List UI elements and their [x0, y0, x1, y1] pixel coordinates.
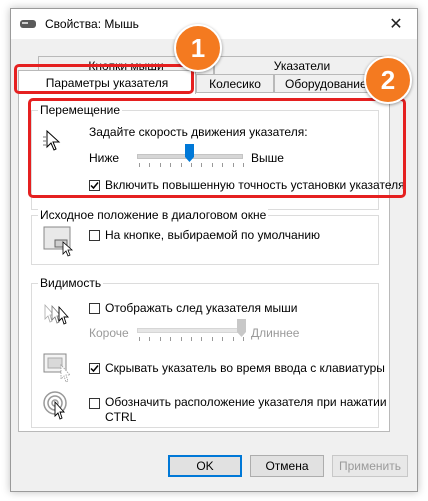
slider-tick [211, 337, 213, 341]
show-location-icon [43, 391, 67, 420]
pointer-trails-icon [44, 303, 70, 325]
tab-wheel[interactable]: Колесико [196, 74, 274, 94]
slider-tick [191, 337, 192, 341]
cancel-button[interactable]: Отмена [250, 455, 324, 477]
ok-button[interactable]: OK [168, 455, 242, 477]
slider-tick [222, 337, 224, 341]
trails-long-label: Длиннее [251, 326, 300, 340]
snap-label[interactable]: На кнопке, выбираемой по умолчанию [105, 228, 320, 242]
trails-label[interactable]: Отображать след указателя мыши [105, 301, 298, 315]
motion-highlight-box [28, 98, 406, 198]
slider-tick [180, 337, 182, 341]
ctrl-location-label-line2[interactable]: CTRL [105, 410, 136, 424]
visibility-legend: Видимость [38, 276, 104, 290]
ctrl-location-label-line1[interactable]: Обозначить расположение указателя при на… [105, 395, 387, 409]
slider-tick [149, 337, 151, 341]
hide-pointer-label[interactable]: Скрывать указатель во время ввода с клав… [105, 361, 385, 375]
trails-checkbox[interactable] [89, 303, 100, 314]
checkmark-icon [90, 365, 99, 373]
slider-tick [159, 337, 161, 341]
snap-legend: Исходное положение в диалоговом окне [38, 208, 269, 222]
annotation-badge-1: 1 [174, 24, 222, 72]
tab-highlight-box [14, 64, 194, 94]
trails-short-label: Короче [89, 326, 129, 340]
mouse-app-icon [20, 20, 36, 28]
hide-pointer-checkbox[interactable] [89, 363, 100, 374]
slider-tick [201, 337, 203, 341]
tab-pointers[interactable]: Указатели [214, 56, 390, 76]
snap-to-default-icon [43, 226, 74, 257]
apply-button[interactable]: Применить [332, 455, 408, 477]
snap-checkbox[interactable] [89, 230, 100, 241]
close-icon[interactable]: ✕ [375, 9, 417, 39]
slider-tick [139, 337, 140, 341]
ctrl-location-checkbox[interactable] [89, 398, 100, 409]
trails-slider-track[interactable] [137, 328, 243, 333]
annotation-badge-2: 2 [364, 56, 412, 104]
hide-pointer-icon [43, 353, 71, 383]
slider-tick [170, 337, 172, 341]
slider-tick [243, 337, 244, 341]
window-title: Свойства: Мышь [45, 17, 139, 31]
slider-tick [232, 337, 234, 341]
trails-slider-thumb[interactable] [236, 319, 246, 337]
